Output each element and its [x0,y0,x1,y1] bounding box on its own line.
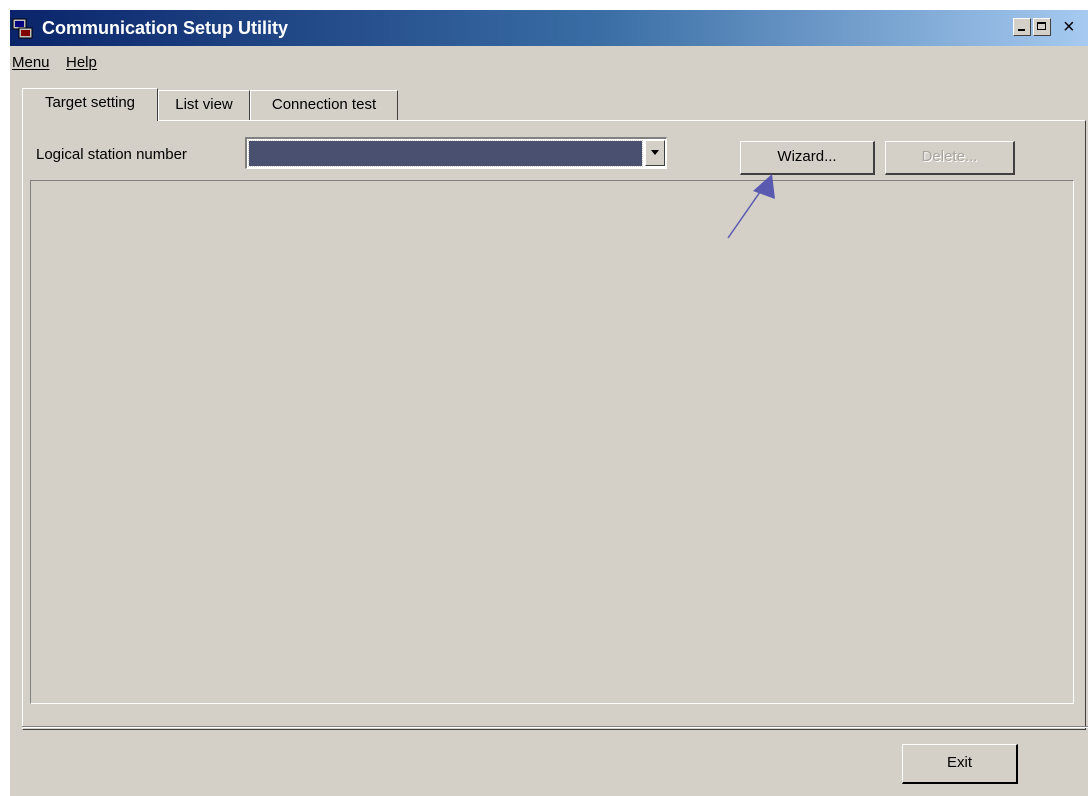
tab-target-setting[interactable]: Target setting [22,88,158,121]
exit-button[interactable]: Exit [902,744,1018,784]
divider [22,726,1088,728]
app-window: Communication Setup Utility × Menu Help … [10,10,1088,796]
annotation-arrow-icon [727,174,775,239]
